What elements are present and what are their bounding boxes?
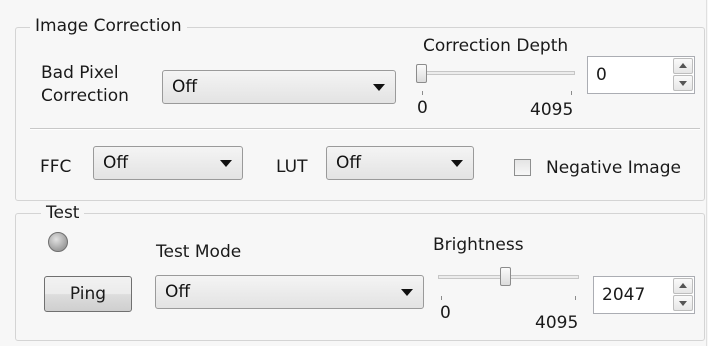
bad-pixel-label-line2: Correction bbox=[41, 86, 129, 106]
correction-depth-label: Correction Depth bbox=[423, 36, 569, 56]
lut-dropdown[interactable]: Off bbox=[326, 146, 474, 180]
correction-depth-slider-thumb[interactable] bbox=[416, 64, 427, 83]
test-mode-dropdown[interactable]: Off bbox=[155, 275, 424, 309]
arrow-down-icon bbox=[679, 81, 687, 86]
chevron-down-icon bbox=[220, 160, 232, 167]
bad-pixel-correction-value: Off bbox=[172, 77, 198, 97]
correction-depth-slider-track[interactable] bbox=[418, 71, 575, 75]
bad-pixel-label-line1: Bad Pixel bbox=[41, 63, 119, 83]
ffc-dropdown[interactable]: Off bbox=[93, 146, 243, 180]
test-mode-label: Test Mode bbox=[156, 242, 242, 262]
test-title: Test bbox=[41, 203, 85, 223]
arrow-up-icon bbox=[679, 63, 687, 68]
brightness-spinbox[interactable]: 2047 bbox=[593, 276, 695, 314]
correction-depth-spinbox[interactable]: 0 bbox=[587, 56, 695, 94]
arrow-up-icon bbox=[679, 283, 687, 288]
test-mode-value: Off bbox=[165, 282, 191, 302]
brightness-max: 4095 bbox=[535, 313, 579, 333]
ffc-value: Off bbox=[103, 153, 129, 173]
brightness-tick-min bbox=[441, 296, 442, 300]
brightness-slider-thumb[interactable] bbox=[500, 267, 512, 286]
correction-depth-min: 0 bbox=[417, 98, 428, 118]
image-correction-title: Image Correction bbox=[30, 16, 187, 36]
arrow-down-icon bbox=[679, 301, 687, 306]
bad-pixel-correction-dropdown[interactable]: Off bbox=[162, 70, 396, 104]
chevron-down-icon bbox=[373, 84, 385, 91]
negative-image-checkbox[interactable] bbox=[514, 159, 531, 176]
brightness-increment-button[interactable] bbox=[673, 278, 693, 294]
brightness-decrement-button[interactable] bbox=[673, 295, 693, 311]
correction-depth-max: 4095 bbox=[530, 100, 574, 120]
status-led-icon bbox=[48, 232, 68, 252]
lut-value: Off bbox=[336, 153, 362, 173]
brightness-tick-max bbox=[575, 296, 576, 300]
ping-button-label: Ping bbox=[69, 284, 107, 304]
correction-depth-increment-button[interactable] bbox=[673, 58, 693, 74]
brightness-value: 2047 bbox=[602, 285, 646, 305]
correction-depth-decrement-button[interactable] bbox=[673, 75, 693, 91]
correction-depth-tick-min bbox=[422, 91, 423, 95]
brightness-label: Brightness bbox=[433, 235, 524, 255]
brightness-min: 0 bbox=[440, 303, 451, 323]
negative-image-label: Negative Image bbox=[546, 158, 681, 178]
lut-label: LUT bbox=[276, 157, 308, 177]
chevron-down-icon bbox=[401, 289, 413, 296]
correction-depth-tick-max bbox=[571, 91, 572, 95]
separator bbox=[30, 128, 700, 130]
ping-button[interactable]: Ping bbox=[44, 276, 132, 312]
settings-panel: { "image_correction": { "title": "Image … bbox=[0, 0, 708, 346]
chevron-down-icon bbox=[451, 160, 463, 167]
correction-depth-value: 0 bbox=[596, 65, 607, 85]
ffc-label: FFC bbox=[40, 157, 72, 177]
panel-right-border bbox=[706, 0, 707, 346]
